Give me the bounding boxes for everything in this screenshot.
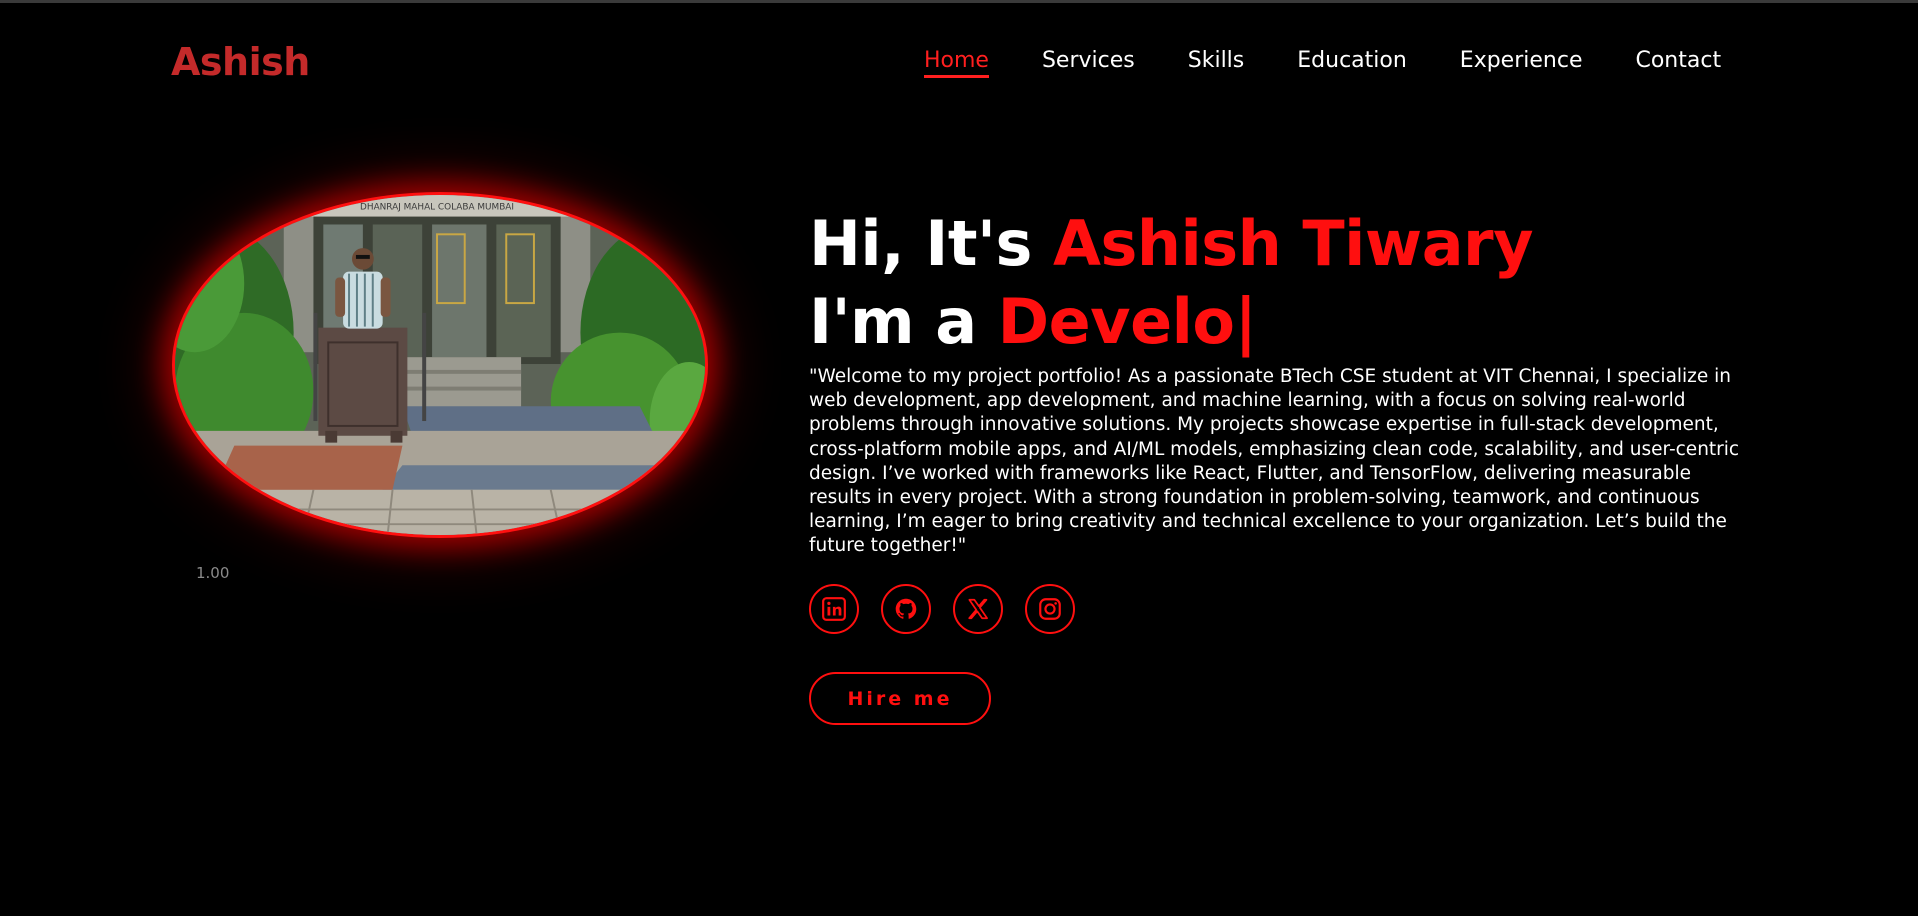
site-logo[interactable]: Ashish [171, 40, 310, 84]
top-strip [0, 0, 1918, 3]
nav-services[interactable]: Services [1042, 48, 1135, 77]
nav-experience[interactable]: Experience [1460, 48, 1583, 77]
github-link[interactable] [881, 584, 931, 634]
greeting-prefix: Hi, It's [809, 207, 1053, 280]
linkedin-link[interactable] [809, 584, 859, 634]
nav-skills[interactable]: Skills [1188, 48, 1245, 77]
role-typed: Develo| [997, 285, 1257, 358]
profile-photo: DHANRAJ MAHAL COLABA MUMBAI [172, 192, 708, 538]
zoom-readout: 1.00 [196, 564, 230, 582]
hero-text: Hi, It's Ashish Tiwary I'm a Develo| "We… [809, 205, 1749, 559]
image-sign-text: DHANRAJ MAHAL COLABA MUMBAI [360, 203, 514, 213]
x-link[interactable] [953, 584, 1003, 634]
hire-me-button[interactable]: Hire me [809, 672, 991, 725]
role-prefix: I'm a [809, 285, 998, 358]
intro-paragraph: "Welcome to my project portfolio! As a p… [809, 366, 1740, 557]
nav-education[interactable]: Education [1297, 48, 1407, 77]
nav-contact[interactable]: Contact [1635, 48, 1721, 77]
x-icon [968, 598, 988, 620]
linkedin-icon [822, 597, 846, 621]
instagram-link[interactable] [1025, 584, 1075, 634]
main-nav: Home Services Skills Education Experienc… [924, 48, 1721, 78]
github-icon [895, 598, 917, 619]
nav-home[interactable]: Home [924, 48, 989, 78]
instagram-icon [1039, 598, 1061, 620]
social-links [809, 584, 1097, 634]
hero-name: Ashish Tiwary [1052, 207, 1534, 280]
hero-heading: Hi, It's Ashish Tiwary I'm a Develo| [809, 205, 1749, 361]
